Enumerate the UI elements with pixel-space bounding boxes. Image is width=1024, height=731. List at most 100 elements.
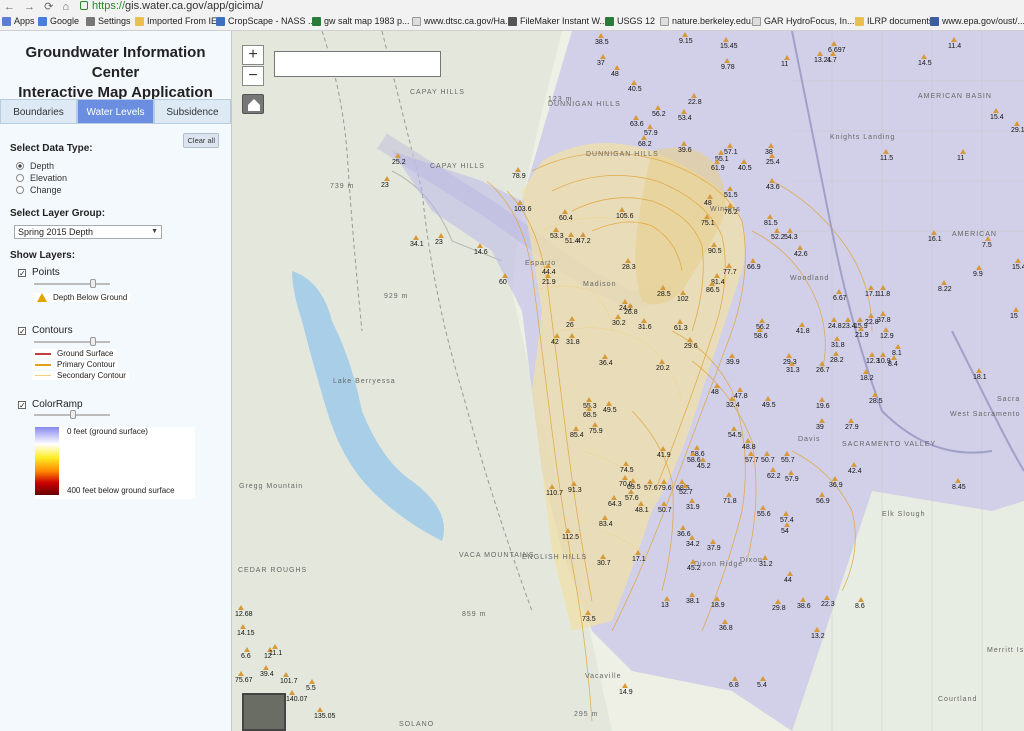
water-level-point-icon[interactable] — [592, 422, 598, 427]
water-level-point-icon[interactable] — [727, 143, 733, 148]
water-level-point-icon[interactable] — [723, 37, 729, 42]
water-level-point-icon[interactable] — [711, 242, 717, 247]
water-level-point-icon[interactable] — [569, 333, 575, 338]
zoom-out-button[interactable]: − — [242, 66, 264, 86]
water-level-point-icon[interactable] — [704, 214, 710, 219]
water-level-point-icon[interactable] — [858, 326, 864, 331]
bookmark-ilrp[interactable]: ILRP documents — [855, 16, 933, 26]
tab-boundaries[interactable]: Boundaries — [0, 99, 77, 124]
water-level-point-icon[interactable] — [745, 438, 751, 443]
bookmark-usgs[interactable]: USGS 12 — [605, 16, 655, 26]
water-level-point-icon[interactable] — [553, 227, 559, 232]
water-level-point-icon[interactable] — [831, 317, 837, 322]
water-level-point-icon[interactable] — [659, 359, 665, 364]
radio-change[interactable]: Change — [16, 185, 62, 195]
water-level-point-icon[interactable] — [1015, 258, 1021, 263]
nav-buttons-icon[interactable]: ← → ⟳ ⌂ — [4, 0, 72, 13]
water-level-point-icon[interactable] — [690, 559, 696, 564]
water-level-point-icon[interactable] — [630, 478, 636, 483]
water-level-point-icon[interactable] — [623, 461, 629, 466]
water-level-point-icon[interactable] — [762, 555, 768, 560]
slider-handle[interactable] — [90, 337, 96, 346]
water-level-point-icon[interactable] — [787, 571, 793, 576]
water-level-point-icon[interactable] — [638, 501, 644, 506]
water-level-point-icon[interactable] — [569, 316, 575, 321]
water-level-point-icon[interactable] — [727, 186, 733, 191]
water-level-point-icon[interactable] — [689, 535, 695, 540]
water-level-point-icon[interactable] — [941, 280, 947, 285]
water-level-point-icon[interactable] — [598, 33, 604, 38]
url-text[interactable]: https://gis.water.ca.gov/app/gicima/ — [92, 0, 263, 12]
water-level-point-icon[interactable] — [760, 505, 766, 510]
bookmark-cropscape[interactable]: CropScape - NASS ... — [216, 16, 316, 26]
water-level-point-icon[interactable] — [858, 597, 864, 602]
water-level-point-icon[interactable] — [661, 501, 667, 506]
water-level-point-icon[interactable] — [714, 159, 720, 164]
water-level-point-icon[interactable] — [848, 418, 854, 423]
water-level-point-icon[interactable] — [714, 273, 720, 278]
water-level-point-icon[interactable] — [714, 383, 720, 388]
map-search-input[interactable] — [274, 51, 441, 77]
water-level-point-icon[interactable] — [687, 337, 693, 342]
home-button[interactable] — [242, 94, 264, 114]
water-level-point-icon[interactable] — [819, 361, 825, 366]
water-level-point-icon[interactable] — [845, 317, 851, 322]
water-level-point-icon[interactable] — [985, 236, 991, 241]
water-level-point-icon[interactable] — [244, 647, 250, 652]
water-level-point-icon[interactable] — [857, 317, 863, 322]
bookmark-settings[interactable]: Settings — [86, 16, 131, 26]
water-level-point-icon[interactable] — [759, 318, 765, 323]
water-level-point-icon[interactable] — [819, 397, 825, 402]
tab-subsidence[interactable]: Subsidence — [154, 99, 231, 124]
water-level-point-icon[interactable] — [633, 115, 639, 120]
water-level-point-icon[interactable] — [545, 263, 551, 268]
water-level-point-icon[interactable] — [789, 361, 795, 366]
water-level-point-icon[interactable] — [238, 605, 244, 610]
bookmark-google[interactable]: Google — [38, 16, 79, 26]
water-level-point-icon[interactable] — [797, 245, 803, 250]
bookmark-epa[interactable]: www.epa.gov/oust/... — [930, 16, 1024, 26]
water-level-point-icon[interactable] — [869, 352, 875, 357]
water-level-point-icon[interactable] — [718, 150, 724, 155]
water-level-point-icon[interactable] — [309, 679, 315, 684]
water-level-point-icon[interactable] — [283, 672, 289, 677]
water-level-point-icon[interactable] — [760, 676, 766, 681]
water-level-point-icon[interactable] — [502, 273, 508, 278]
points-checkbox[interactable]: ✓ Points — [18, 267, 60, 278]
radio-depth[interactable]: Depth — [16, 161, 54, 171]
water-level-point-icon[interactable] — [775, 599, 781, 604]
water-level-point-icon[interactable] — [872, 392, 878, 397]
water-level-point-icon[interactable] — [690, 451, 696, 456]
water-level-point-icon[interactable] — [783, 511, 789, 516]
water-level-point-icon[interactable] — [682, 32, 688, 37]
water-level-point-icon[interactable] — [960, 149, 966, 154]
water-level-point-icon[interactable] — [554, 333, 560, 338]
water-level-point-icon[interactable] — [764, 451, 770, 456]
water-level-point-icon[interactable] — [868, 285, 874, 290]
points-opacity-slider[interactable] — [34, 279, 110, 288]
water-level-point-icon[interactable] — [833, 351, 839, 356]
water-level-point-icon[interactable] — [976, 368, 982, 373]
water-level-point-icon[interactable] — [729, 353, 735, 358]
bookmark-apps[interactable]: Apps — [2, 16, 35, 26]
bookmark-imported[interactable]: Imported From IE — [135, 16, 217, 26]
water-level-point-icon[interactable] — [750, 258, 756, 263]
water-level-point-icon[interactable] — [694, 445, 700, 450]
water-level-point-icon[interactable] — [641, 318, 647, 323]
water-level-point-icon[interactable] — [741, 159, 747, 164]
water-level-point-icon[interactable] — [655, 105, 661, 110]
water-level-point-icon[interactable] — [834, 336, 840, 341]
colorramp-opacity-slider[interactable] — [34, 410, 110, 419]
water-level-point-icon[interactable] — [814, 627, 820, 632]
water-level-point-icon[interactable] — [786, 353, 792, 358]
water-level-point-icon[interactable] — [824, 595, 830, 600]
water-level-point-icon[interactable] — [691, 93, 697, 98]
water-level-point-icon[interactable] — [689, 498, 695, 503]
water-level-point-icon[interactable] — [700, 457, 706, 462]
water-level-point-icon[interactable] — [788, 470, 794, 475]
water-level-point-icon[interactable] — [625, 258, 631, 263]
water-level-point-icon[interactable] — [767, 214, 773, 219]
water-level-point-icon[interactable] — [680, 525, 686, 530]
water-level-point-icon[interactable] — [836, 289, 842, 294]
water-level-point-icon[interactable] — [784, 55, 790, 60]
